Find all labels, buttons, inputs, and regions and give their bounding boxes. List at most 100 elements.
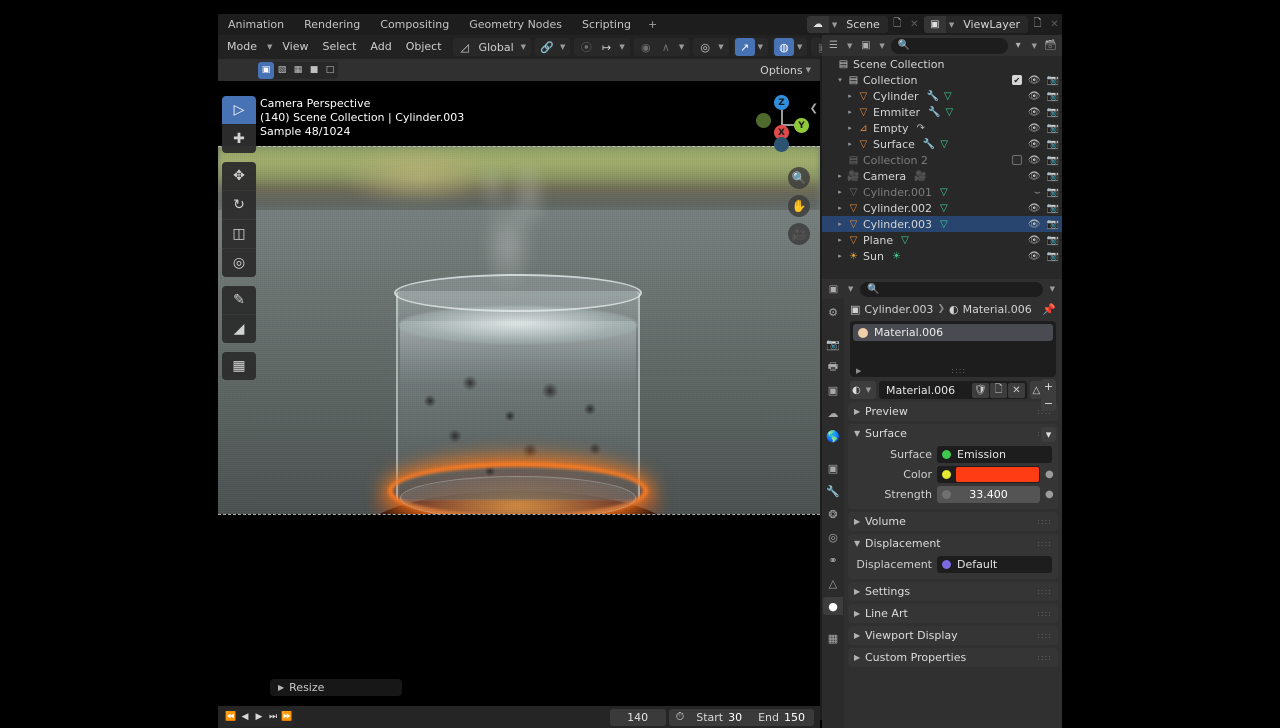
hide-in-viewport-eye-icon[interactable]: 👁 — [1028, 91, 1041, 102]
outliner-row-cylinder-002[interactable]: ▸ ▽ Cylinder.002 ▽ 👁 📷 — [822, 200, 1062, 216]
jump-to-start-icon[interactable]: ⏪ — [224, 709, 238, 726]
material-slot-item[interactable]: Material.006 — [853, 324, 1053, 341]
unlink-material-icon[interactable]: ✕ — [1008, 382, 1025, 398]
disclosure-closed-icon[interactable]: ▸ — [834, 236, 846, 244]
disable-in-renders-camera-icon[interactable]: 📷 — [1047, 251, 1059, 262]
next-keyframe-icon[interactable]: ⏭ — [266, 709, 280, 726]
workspace-tab-geometry-nodes[interactable]: Geometry Nodes — [459, 14, 572, 35]
tool-rotate[interactable]: ↻ — [222, 191, 256, 219]
surface-strength-field[interactable]: 33.400 — [937, 486, 1040, 503]
hide-in-viewport-eye-icon[interactable]: 👁 — [1028, 155, 1041, 166]
disable-in-renders-camera-icon[interactable]: 📷 — [1047, 155, 1059, 166]
disclosure-open-icon[interactable]: ▾ — [834, 76, 846, 84]
panel-volume-header[interactable]: ▶ Volume :::: — [848, 512, 1058, 531]
viewport-options-button[interactable]: Options ▼ — [760, 64, 814, 77]
panel-viewport-display-header[interactable]: ▶ Viewport Display :::: — [848, 626, 1058, 645]
hide-in-viewport-eye-icon[interactable]: 👁 — [1028, 75, 1041, 86]
camera-view-icon[interactable]: 🎥 — [788, 223, 810, 245]
panel-custom-properties-header[interactable]: ▶ Custom Properties :::: — [848, 648, 1058, 667]
new-viewlayer-button[interactable]: 🗋 — [1030, 16, 1045, 33]
panel-settings[interactable]: ▶ Settings :::: — [848, 582, 1058, 601]
modifier-icon[interactable]: 🔧 — [923, 139, 935, 150]
mesh-data-icon[interactable]: ▽ — [946, 107, 954, 118]
workspace-tab-compositing[interactable]: Compositing — [370, 14, 459, 35]
navigation-gizmo[interactable]: Z Y X — [754, 95, 810, 152]
mesh-data-icon[interactable]: ▽ — [940, 139, 948, 150]
gizmo-axis-y-neg[interactable] — [756, 113, 771, 128]
select-invert-button[interactable]: ■ — [306, 62, 322, 79]
panel-surface-header[interactable]: ▼ Surface :::: — [848, 424, 1058, 443]
modifier-icon[interactable]: 🔧 — [927, 91, 939, 102]
tool-measure[interactable]: ◢ — [222, 315, 256, 343]
disable-in-renders-camera-icon[interactable]: 📷 — [1047, 171, 1059, 182]
disclosure-closed-icon[interactable]: ▸ — [834, 252, 846, 260]
disclosure-closed-icon[interactable]: ▸ — [834, 188, 846, 196]
tab-world[interactable]: 🌎 — [823, 427, 843, 445]
displacement-field[interactable]: Default — [937, 556, 1052, 573]
chevron-right-icon[interactable]: ▶ — [850, 367, 861, 375]
workspace-tab-scripting[interactable]: Scripting — [572, 14, 641, 35]
viewport-3d[interactable]: Camera Perspective (140) Scene Collectio… — [218, 81, 820, 706]
panel-displacement-header[interactable]: ▼ Displacement :::: — [848, 534, 1058, 553]
show-overlays-toggle[interactable]: ◍ ▼ — [771, 38, 808, 56]
delete-scene-button[interactable]: ✕ — [907, 16, 922, 33]
tab-particles[interactable]: ❂ — [823, 505, 843, 523]
viewport-gizmo-toggle[interactable]: ◎ ▼ — [693, 38, 729, 56]
disclosure-closed-icon[interactable]: ▸ — [834, 172, 846, 180]
camera-data-icon[interactable]: 🎥 — [914, 171, 926, 182]
pan-hand-icon[interactable]: ✋ — [788, 195, 810, 217]
menu-view[interactable]: View — [275, 35, 315, 59]
duplicate-material-icon[interactable]: 🗋 — [990, 382, 1007, 398]
panel-viewport-display[interactable]: ▶ Viewport Display :::: — [848, 626, 1058, 645]
disable-in-renders-camera-icon[interactable]: 📷 — [1047, 235, 1059, 246]
add-material-slot-button[interactable]: + — [1041, 379, 1056, 394]
mesh-data-icon[interactable]: ▽ — [940, 219, 948, 230]
transform-orientation-selector[interactable]: ◿ Global ▼ — [452, 38, 532, 56]
disable-in-renders-camera-icon[interactable]: 📷 — [1047, 187, 1059, 198]
hide-in-viewport-eye-icon[interactable]: 👁 — [1028, 219, 1041, 230]
exclude-collection-checkbox[interactable]: ✔ — [1011, 75, 1022, 85]
disclosure-closed-icon[interactable]: ▸ — [834, 220, 846, 228]
select-extend-button[interactable]: ▧ — [274, 62, 290, 79]
color-swatch[interactable] — [956, 467, 1039, 482]
outliner-row-cylinder-001[interactable]: ▸ ▽ Cylinder.001 ▽ ⌣ 📷 — [822, 184, 1062, 200]
outliner-row-cylinder[interactable]: ▸ ▽ Cylinder 🔧 ▽ 👁 📷 — [822, 88, 1062, 104]
panel-line-art-header[interactable]: ▶ Line Art :::: — [848, 604, 1058, 623]
tab-texture[interactable]: ▦ — [823, 629, 843, 647]
tool-transform[interactable]: ◎ — [222, 249, 256, 277]
delete-viewlayer-button[interactable]: ✕ — [1047, 16, 1062, 33]
outliner-row-camera[interactable]: ▸ 🎥 Camera 🎥 👁 📷 — [822, 168, 1062, 184]
disable-in-renders-camera-icon[interactable]: 📷 — [1047, 75, 1059, 86]
workspace-tab-rendering[interactable]: Rendering — [294, 14, 370, 35]
outliner-search-input[interactable]: 🔍 — [890, 37, 1008, 54]
disable-in-renders-camera-icon[interactable]: 📷 — [1047, 219, 1059, 230]
panel-volume[interactable]: ▶ Volume :::: — [848, 512, 1058, 531]
tab-view-layer[interactable]: ▣ — [823, 381, 843, 399]
disclosure-closed-icon[interactable]: ▸ — [844, 140, 856, 148]
select-box-button[interactable]: ▣ — [258, 61, 274, 79]
outliner-row-scene-collection[interactable]: ▤ Scene Collection — [822, 56, 1062, 72]
breadcrumb-object[interactable]: Cylinder.003 — [864, 303, 933, 316]
color-animate-dot-icon[interactable]: ● — [1045, 469, 1054, 480]
chevron-down-icon[interactable]: ▼ — [1047, 285, 1058, 293]
hide-in-viewport-eye-icon[interactable]: ⌣ — [1034, 187, 1041, 198]
tab-object[interactable]: ▣ — [823, 459, 843, 477]
disable-in-renders-camera-icon[interactable]: 📷 — [1047, 91, 1059, 102]
properties-editor-type-icon[interactable]: ▣ — [826, 281, 841, 298]
disable-in-renders-camera-icon[interactable]: 📷 — [1047, 203, 1059, 214]
outliner-filter-icon[interactable]: ▾ — [1011, 37, 1026, 54]
mesh-data-icon[interactable]: ▽ — [944, 91, 952, 102]
properties-search-input[interactable]: 🔍 — [860, 281, 1043, 297]
select-intersect-button[interactable]: □ — [322, 62, 338, 79]
disclosure-closed-icon[interactable]: ▸ — [834, 204, 846, 212]
tab-scene[interactable]: ☁ — [823, 404, 843, 422]
mesh-data-icon[interactable]: ▽ — [901, 235, 909, 246]
outliner-row-plane[interactable]: ▸ ▽ Plane ▽ 👁 📷 — [822, 232, 1062, 248]
current-frame-field[interactable]: 140 — [609, 708, 666, 726]
outliner-new-collection-icon[interactable]: 🗃 — [1043, 37, 1058, 54]
outliner-row-emmiter[interactable]: ▸ ▽ Emmiter 🔧 ▽ 👁 📷 — [822, 104, 1062, 120]
tab-constraints[interactable]: ⚭ — [823, 551, 843, 569]
select-subtract-button[interactable]: ▦ — [290, 62, 306, 79]
tool-scale[interactable]: ◫ — [222, 220, 256, 248]
tab-output[interactable]: 🖶 — [823, 358, 843, 376]
